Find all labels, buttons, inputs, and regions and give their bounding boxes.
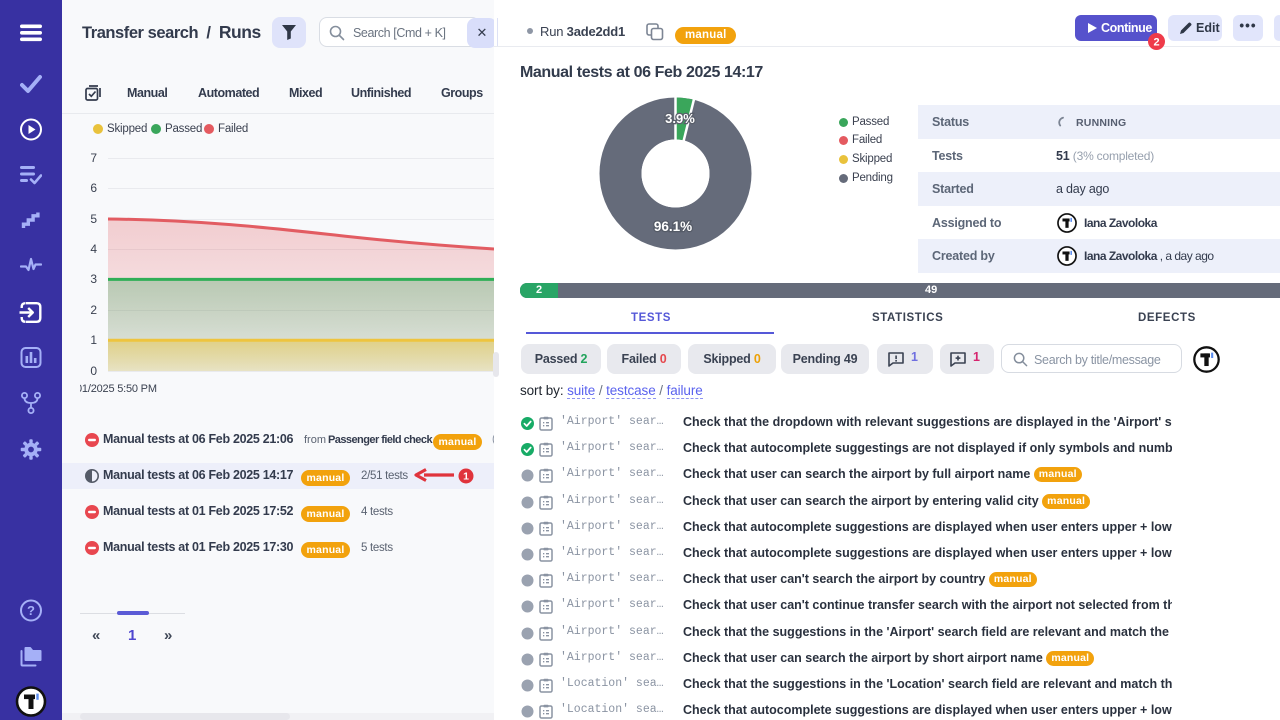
svg-text:?: ? (27, 603, 35, 618)
svg-text:3.9%: 3.9% (665, 111, 695, 126)
svg-text:1: 1 (463, 471, 469, 483)
svg-text:2: 2 (1153, 36, 1159, 48)
svg-text:96.1%: 96.1% (654, 219, 692, 234)
